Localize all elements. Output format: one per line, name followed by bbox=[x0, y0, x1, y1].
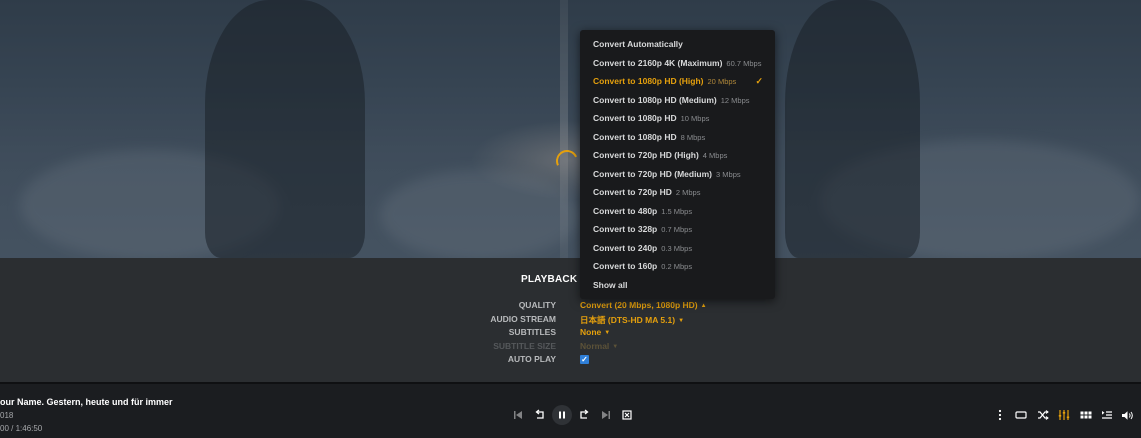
quality-option-bitrate: 12 Mbps bbox=[720, 95, 750, 105]
subtitle-size-value: Normal bbox=[580, 341, 610, 351]
quality-option[interactable]: Convert to 480p 1.5 Mbps bbox=[580, 202, 775, 221]
quality-option[interactable]: Convert to 720p HD (Medium) 3 Mbps bbox=[580, 165, 775, 184]
setting-subtitle-size: SUBTITLE SIZE Normal ▼ bbox=[0, 341, 1141, 354]
skip-forward-icon bbox=[602, 411, 610, 419]
pause-icon bbox=[559, 411, 565, 419]
quality-option-bitrate: 10 Mbps bbox=[680, 114, 710, 123]
quality-option-label: Show all bbox=[593, 279, 628, 290]
quality-option-bitrate: 0.2 Mbps bbox=[661, 262, 693, 271]
quality-option-label: Convert to 1080p HD (Medium) bbox=[593, 94, 717, 105]
quality-option[interactable]: Convert to 720p HD (High) 4 Mbps bbox=[580, 146, 775, 165]
replay-button[interactable] bbox=[532, 408, 548, 422]
quality-option-bitrate: 1.5 Mbps bbox=[661, 206, 693, 216]
quality-option[interactable]: Convert to 1080p HD (High) 20 Mbps ✓ bbox=[580, 72, 775, 91]
shuffle-icon bbox=[1038, 410, 1049, 420]
quality-option-label: Convert to 1080p HD bbox=[593, 131, 677, 142]
quality-option-label: Convert to 1080p HD bbox=[593, 113, 677, 123]
quality-option-bitrate: 0.3 Mbps bbox=[661, 243, 693, 253]
chevron-down-icon: ▼ bbox=[604, 330, 611, 336]
pause-button[interactable] bbox=[552, 405, 572, 425]
grid-view-button[interactable] bbox=[1078, 408, 1094, 422]
quality-option-label: Convert to 1080p HD (High) bbox=[593, 76, 704, 86]
shuffle-button[interactable] bbox=[1035, 408, 1051, 422]
now-playing-year: 018 bbox=[0, 411, 14, 420]
quality-option-label: Convert to 480p bbox=[593, 205, 658, 216]
subtitles-select[interactable]: None ▼ bbox=[580, 327, 610, 337]
equalizer-button[interactable] bbox=[1056, 408, 1072, 422]
quality-option-bitrate: 2 Mbps bbox=[675, 188, 701, 197]
playback-settings-panel: PLAYBACK SE QUALITY Convert (20 Mbps, 10… bbox=[0, 258, 1141, 382]
quality-option[interactable]: Show all bbox=[580, 276, 775, 295]
setting-label: AUDIO STREAM bbox=[490, 314, 556, 324]
quality-option-bitrate: 0.7 Mbps bbox=[661, 225, 693, 234]
now-playing-title[interactable]: our Name. Gestern, heute und für immer bbox=[0, 397, 173, 407]
more-options-button[interactable] bbox=[992, 408, 1008, 422]
skip-forward-button[interactable] bbox=[598, 408, 614, 422]
quality-option-label: Convert to 720p HD (High) bbox=[593, 150, 699, 160]
setting-quality[interactable]: QUALITY Convert (20 Mbps, 1080p HD) ▲ bbox=[0, 300, 1141, 313]
quality-option-label: Convert to 720p HD (Medium) bbox=[593, 168, 713, 179]
quality-option-label: Convert Automatically bbox=[593, 39, 683, 49]
auto-play-checkbox[interactable]: ✓ bbox=[580, 355, 589, 364]
repeat-icon bbox=[1015, 411, 1027, 419]
forward-icon bbox=[580, 409, 589, 419]
playlist-button[interactable] bbox=[1099, 408, 1115, 422]
video-frame[interactable] bbox=[0, 0, 1141, 258]
quality-option[interactable]: Convert to 1080p HD (Medium) 12 Mbps bbox=[580, 91, 775, 110]
setting-auto-play[interactable]: AUTO PLAY ✓ bbox=[0, 354, 1141, 367]
setting-label: SUBTITLES bbox=[508, 327, 556, 337]
quality-option-label: Convert to 720p HD bbox=[593, 187, 672, 197]
quality-option-bitrate: 4 Mbps bbox=[702, 151, 728, 160]
grid-icon bbox=[1080, 411, 1092, 419]
setting-label: AUTO PLAY bbox=[507, 354, 556, 364]
quality-option-label: Convert to 160p bbox=[593, 261, 658, 271]
quality-option[interactable]: Convert to 2160p 4K (Maximum) 60.7 Mbps bbox=[580, 54, 775, 73]
skip-back-button[interactable] bbox=[510, 408, 526, 422]
audio-stream-value: 日本語 (DTS-HD MA 5.1) bbox=[580, 315, 676, 325]
player-control-bar: our Name. Gestern, heute und für immer 0… bbox=[0, 382, 1141, 438]
playlist-icon bbox=[1102, 411, 1112, 419]
setting-label: SUBTITLE SIZE bbox=[493, 341, 556, 351]
chevron-down-icon: ▼ bbox=[678, 318, 685, 324]
video-dim-overlay bbox=[0, 0, 1141, 258]
playback-time: 00 / 1:46:50 bbox=[0, 424, 43, 433]
stop-icon bbox=[622, 410, 632, 420]
quality-dropdown-menu: Convert Automatically Convert to 2160p 4K… bbox=[580, 30, 775, 299]
quality-option[interactable]: Convert to 160p 0.2 Mbps bbox=[580, 257, 775, 276]
quality-option-label: Convert to 2160p 4K (Maximum) bbox=[593, 57, 723, 68]
setting-audio-stream[interactable]: AUDIO STREAM 日本語 (DTS-HD MA 5.1) ▼ bbox=[0, 314, 1141, 327]
forward-button[interactable] bbox=[576, 408, 592, 422]
quality-select[interactable]: Convert (20 Mbps, 1080p HD) ▲ bbox=[580, 300, 707, 310]
quality-option[interactable]: Convert Automatically bbox=[580, 35, 775, 54]
more-vertical-icon bbox=[998, 409, 1002, 421]
quality-option-label: Convert to 328p bbox=[593, 224, 658, 234]
setting-subtitles[interactable]: SUBTITLES None ▼ bbox=[0, 327, 1141, 340]
repeat-button[interactable] bbox=[1013, 408, 1029, 422]
quality-option[interactable]: Convert to 1080p HD 8 Mbps bbox=[580, 128, 775, 147]
quality-option[interactable]: Convert to 1080p HD 10 Mbps bbox=[580, 109, 775, 128]
quality-option-bitrate: 20 Mbps bbox=[707, 77, 737, 86]
equalizer-icon bbox=[1058, 410, 1070, 420]
quality-option-bitrate: 60.7 Mbps bbox=[726, 58, 762, 68]
chevron-down-icon: ▼ bbox=[612, 344, 619, 350]
quality-option[interactable]: Convert to 240p 0.3 Mbps bbox=[580, 239, 775, 258]
quality-option[interactable]: Convert to 720p HD 2 Mbps bbox=[580, 183, 775, 202]
audio-stream-select[interactable]: 日本語 (DTS-HD MA 5.1) ▼ bbox=[580, 314, 684, 326]
setting-label: QUALITY bbox=[518, 300, 556, 310]
stop-button[interactable] bbox=[619, 408, 635, 422]
volume-icon bbox=[1121, 410, 1133, 420]
replay-icon bbox=[535, 409, 544, 419]
volume-button[interactable] bbox=[1119, 408, 1135, 422]
checkmark-icon: ✓ bbox=[755, 76, 763, 86]
quality-option-bitrate: 3 Mbps bbox=[716, 169, 741, 179]
chevron-up-icon: ▲ bbox=[700, 303, 707, 309]
skip-back-icon bbox=[514, 411, 522, 419]
quality-value: Convert (20 Mbps, 1080p HD) bbox=[580, 300, 698, 310]
quality-option-label: Convert to 240p bbox=[593, 242, 658, 253]
subtitles-value: None bbox=[580, 327, 602, 337]
subtitle-size-select: Normal ▼ bbox=[580, 341, 618, 351]
quality-option[interactable]: Convert to 328p 0.7 Mbps bbox=[580, 220, 775, 239]
quality-option-bitrate: 8 Mbps bbox=[680, 132, 706, 142]
